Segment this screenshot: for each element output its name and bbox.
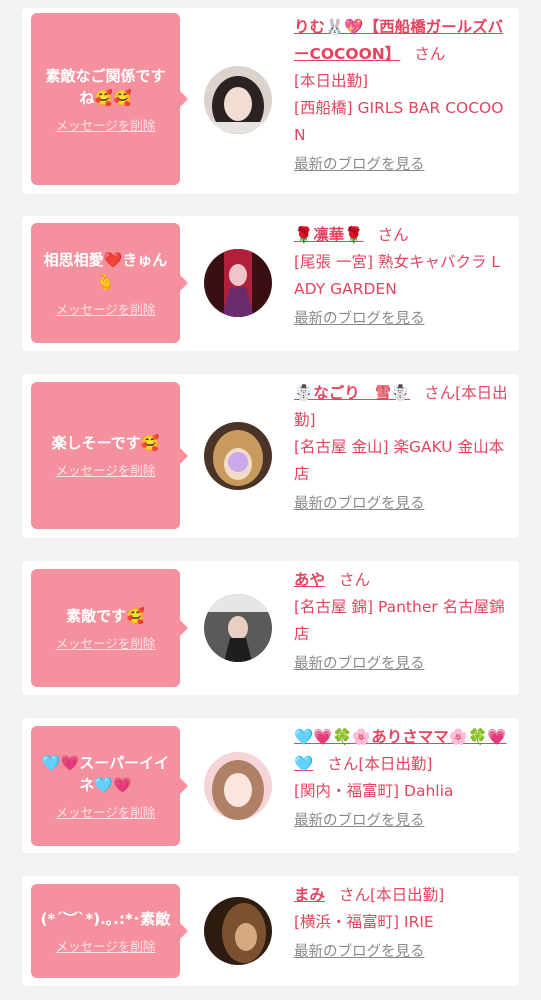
avatar-photo-icon [204,752,272,820]
message-card: 素敵です🥰 メッセージを削除 あや さん [名古屋 錦] Panther 名古屋錦… [22,561,519,695]
avatar-photo-icon [204,897,272,965]
cast-name-link[interactable]: ☃️なごり 雪☃️ [294,384,410,402]
latest-blog-link[interactable]: 最新のブログを見る [294,654,425,674]
honorific: さん [377,226,409,244]
avatar[interactable] [204,422,272,490]
honorific: さん [339,571,371,589]
message-card: 楽しそーです🥰 メッセージを削除 ☃️なごり 雪☃️ さん[本日出勤] [名古屋 … [22,374,519,538]
avatar[interactable] [204,897,272,965]
cast-name-link[interactable]: あや [294,571,325,589]
avatar[interactable] [204,249,272,317]
message-text: 素敵です🥰 [66,606,145,625]
shop-name: [西船橋] GIRLS BAR COCOON [294,99,504,144]
avatar-photo-icon [204,422,272,490]
delete-message-link[interactable]: メッセージを削除 [56,115,156,134]
latest-blog-link[interactable]: 最新のブログを見る [294,942,425,962]
message-bubble: 素敵なご関係ですね🥰🥰 メッセージを削除 [31,13,188,185]
message-card: (*´︶`*).｡.:*･素敵 メッセージを削除 まみ さん[本日出勤] [横浜・… [22,876,519,986]
message-card: 🩵💗スーパーイイネ🩵💗 メッセージを削除 🩵💗🍀🌸ありさママ🌸🍀💗🩵 さん[本日出… [22,718,519,853]
shop-name: [横浜・福富町] IRIE [294,913,434,931]
message-bubble: 楽しそーです🥰 メッセージを削除 [31,382,188,529]
latest-blog-link[interactable]: 最新のブログを見る [294,494,425,514]
cast-info: まみ さん[本日出勤] [横浜・福富町] IRIE 最新のブログを見る [294,882,509,965]
latest-blog-link[interactable]: 最新のブログを見る [294,811,425,831]
message-bubble: (*´︶`*).｡.:*･素敵 メッセージを削除 [31,884,188,978]
cast-info: 🩵💗🍀🌸ありさママ🌸🍀💗🩵 さん[本日出勤] [関内・福富町] Dahlia 最新… [294,724,509,834]
message-text: 🩵💗スーパーイイネ🩵💗 [41,753,170,794]
cast-name-link[interactable]: りむ🐰💖【西船橋ガールズバーCOCOON】 [294,18,503,63]
avatar[interactable] [204,752,272,820]
honorific: さん[本日出勤] [327,755,433,773]
delete-message-link[interactable]: メッセージを削除 [56,802,156,821]
honorific: さん [414,45,446,63]
message-text: (*´︶`*).｡.:*･素敵 [40,909,171,928]
message-card: 相思相愛❤️きゅん🫰 メッセージを削除 🌹凛華🌹 さん [尾張 一宮] 熟女キャバ… [22,216,519,351]
delete-message-link[interactable]: メッセージを削除 [56,299,156,318]
avatar-photo-icon [204,66,272,134]
cast-name-link[interactable]: 🌹凛華🌹 [294,226,364,244]
cast-info: 🌹凛華🌹 さん [尾張 一宮] 熟女キャバクラ LADY GARDEN 最新のブロ… [294,222,509,332]
latest-blog-link[interactable]: 最新のブログを見る [294,309,425,329]
message-bubble: 素敵です🥰 メッセージを削除 [31,569,188,687]
delete-message-link[interactable]: メッセージを削除 [56,460,156,479]
avatar[interactable] [204,594,272,662]
message-text: 相思相愛❤️きゅん🫰 [43,250,168,291]
cast-name-link[interactable]: まみ [294,886,325,904]
cast-info: あや さん [名古屋 錦] Panther 名古屋錦店 最新のブログを見る [294,567,509,677]
avatar[interactable] [204,66,272,134]
shop-name: [関内・福富町] Dahlia [294,782,454,800]
latest-blog-link[interactable]: 最新のブログを見る [294,155,425,175]
avatar-photo-icon [204,249,272,317]
shop-status: [本日出勤] [294,72,369,90]
honorific: さん[本日出勤] [339,886,445,904]
delete-message-link[interactable]: メッセージを削除 [56,633,156,652]
message-text: 素敵なご関係ですね🥰🥰 [45,66,166,107]
message-bubble: 相思相愛❤️きゅん🫰 メッセージを削除 [31,223,188,343]
cast-info: ☃️なごり 雪☃️ さん[本日出勤] [名古屋 金山] 楽GAKU 金山本店 最新… [294,380,509,517]
avatar-photo-icon [204,594,272,662]
shop-name: [名古屋 錦] Panther 名古屋錦店 [294,598,505,643]
cast-info: りむ🐰💖【西船橋ガールズバーCOCOON】 さん [本日出勤] [西船橋] GIR… [294,14,509,178]
message-text: 楽しそーです🥰 [51,434,160,452]
message-bubble: 🩵💗スーパーイイネ🩵💗 メッセージを削除 [31,726,188,846]
message-card: 素敵なご関係ですね🥰🥰 メッセージを削除 りむ🐰💖【西船橋ガールズバーCOCOO… [22,8,519,194]
delete-message-link[interactable]: メッセージを削除 [56,936,156,955]
shop-name: [尾張 一宮] 熟女キャバクラ LADY GARDEN [294,253,501,298]
shop-name: [名古屋 金山] 楽GAKU 金山本店 [294,438,505,483]
